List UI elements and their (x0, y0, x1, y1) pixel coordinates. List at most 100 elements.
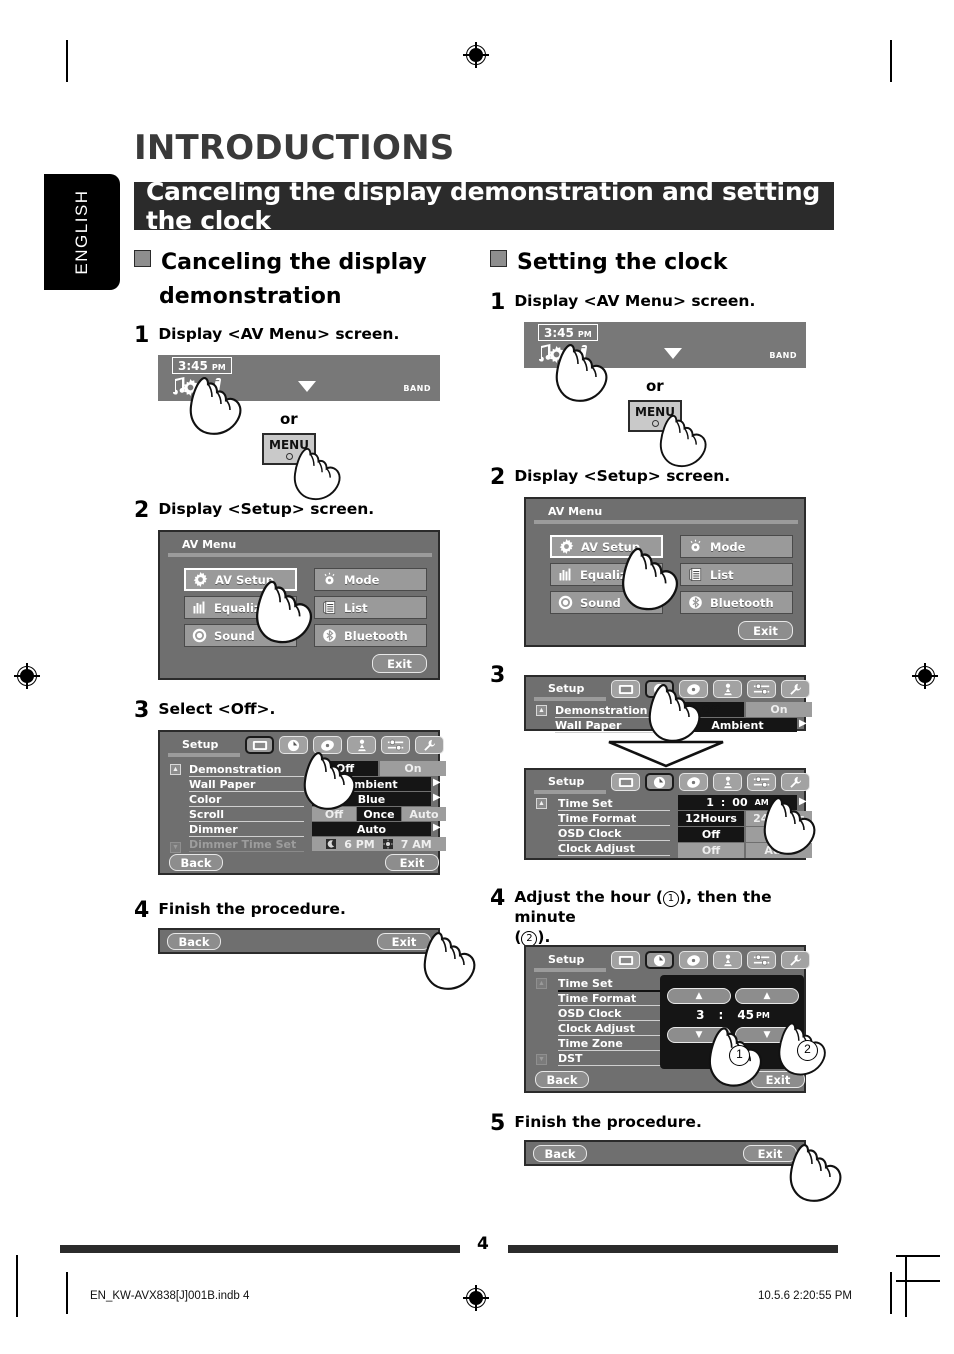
clock-tab-icon[interactable] (645, 951, 674, 969)
av-menu-item-sound[interactable]: Sound (550, 591, 663, 614)
setup-value-time-format-24[interactable]: 24Hours (746, 811, 812, 826)
clock-tab-icon[interactable] (645, 680, 674, 698)
phone-note-icon[interactable] (208, 377, 225, 396)
manual-page: INTRODUCTIONS Canceling the display demo… (0, 0, 954, 1354)
av-menu-item-equalizer[interactable]: Equalizer (550, 563, 663, 586)
phone-note-icon[interactable] (574, 344, 591, 363)
right-step-1-number: 1 (490, 290, 506, 315)
bullet-square-icon (134, 250, 151, 267)
right-timeset-exit-button[interactable]: Exit (751, 1071, 805, 1088)
setup-value-color[interactable]: Blue (312, 792, 431, 806)
minute-up-button[interactable]: ▲ (735, 988, 799, 1004)
left-step-2: 2 Display <Setup> screen. (134, 500, 374, 522)
av-menu-item-equalizer[interactable]: Equalizer (184, 596, 297, 619)
setup-value-osd-clock-off[interactable]: Off (678, 827, 744, 842)
av-menu-item-list[interactable]: List (680, 563, 793, 586)
av-menu-item-mode[interactable]: Mode (314, 568, 427, 591)
callout-marker-2: 2 (797, 1040, 818, 1061)
right-setup-clock-title: Setup (548, 775, 585, 788)
scroll-up-arrow[interactable]: ▲ (170, 764, 181, 775)
setup-value-clock-adjust-off[interactable]: Off (678, 843, 744, 858)
right-finish-exit-button[interactable]: Exit (743, 1145, 797, 1162)
wrench-tab-icon[interactable] (781, 680, 810, 698)
av-menu-item-bluetooth[interactable]: Bluetooth (314, 624, 427, 647)
setup-value-scroll-off[interactable]: Off (312, 807, 356, 821)
wall-paper-more-arrow-icon[interactable]: ▶ (799, 718, 807, 729)
display-tab-icon[interactable] (611, 773, 640, 791)
setup-value-dimmer[interactable]: Auto (312, 822, 431, 836)
left-panel-band-label[interactable]: BAND (403, 384, 431, 393)
scroll-up-arrow[interactable]: ▲ (536, 705, 547, 716)
audio-tab-icon[interactable] (713, 773, 742, 791)
audio-tab-icon[interactable] (713, 951, 742, 969)
left-finish-back-button[interactable]: Back (167, 933, 221, 950)
wrench-tab-icon[interactable] (781, 951, 810, 969)
right-av-menu-exit-button[interactable]: Exit (738, 621, 793, 640)
right-timeset-back-button[interactable]: Back (535, 1071, 589, 1088)
gear-icon[interactable] (548, 346, 565, 363)
scroll-up-arrow[interactable]: ▲ (536, 978, 547, 989)
av-menu-item-bluetooth[interactable]: Bluetooth (680, 591, 793, 614)
left-setup-back-button[interactable]: Back (169, 854, 223, 871)
scroll-up-arrow[interactable]: ▲ (536, 798, 547, 809)
left-av-menu-exit-button[interactable]: Exit (372, 654, 427, 673)
sliders-tab-icon[interactable] (747, 773, 776, 791)
disc-tab-icon[interactable] (679, 951, 708, 969)
left-setup-exit-button[interactable]: Exit (385, 854, 439, 871)
sliders-tab-icon[interactable] (381, 736, 410, 754)
setup-value-demonstration-on[interactable]: On (380, 761, 446, 776)
left-finish-exit-button[interactable]: Exit (377, 933, 431, 950)
left-or-label: or (280, 410, 298, 428)
setup-value-time-set[interactable]: 1 : 00 AM (678, 795, 797, 810)
minute-down-button[interactable]: ▼ (735, 1027, 799, 1043)
right-finish-back-button[interactable]: Back (533, 1145, 587, 1162)
audio-tab-icon[interactable] (713, 680, 742, 698)
scroll-down-arrow[interactable]: ▼ (170, 842, 181, 853)
av-menu-item-av-setup[interactable]: AV Setup (550, 535, 663, 558)
chevron-down-icon[interactable] (664, 348, 682, 359)
left-menu-hard-key[interactable]: MENU (262, 433, 316, 465)
av-menu-item-list[interactable]: List (314, 596, 427, 619)
setup-value-clock-adjust-auto[interactable]: Auto (746, 843, 812, 858)
av-menu-item-mode[interactable]: Mode (680, 535, 793, 558)
sliders-tab-icon[interactable] (747, 680, 776, 698)
display-tab-icon[interactable] (611, 951, 640, 969)
display-tab-icon[interactable] (611, 680, 640, 698)
wrench-tab-icon[interactable] (415, 736, 444, 754)
sliders-tab-icon[interactable] (747, 951, 776, 969)
av-menu-item-sound[interactable]: Sound (184, 624, 297, 647)
setup-value-wall-paper[interactable]: Ambient (678, 718, 797, 732)
display-tab-icon[interactable] (245, 736, 274, 754)
av-menu-item-av-setup[interactable]: AV Setup (184, 568, 297, 591)
disc-tab-icon[interactable] (313, 736, 342, 754)
scroll-down-arrow[interactable]: ▼ (536, 1054, 547, 1065)
clock-tab-icon[interactable] (279, 736, 308, 754)
setup-value-scroll-once[interactable]: Once (357, 807, 401, 821)
setup-value-scroll-auto[interactable]: Auto (402, 807, 446, 821)
hour-down-button[interactable]: ▼ (667, 1027, 731, 1043)
crop-mark-right-h1 (896, 1255, 940, 1257)
wall-paper-more-arrow-icon[interactable]: ▶ (433, 777, 441, 788)
right-menu-hard-key[interactable]: MENU (628, 400, 682, 432)
wrench-tab-icon[interactable] (781, 773, 810, 791)
chevron-down-icon[interactable] (298, 381, 316, 392)
setup-value-osd-clock-on[interactable]: On (746, 827, 812, 842)
gear-icon[interactable] (182, 379, 199, 396)
setup-value-demonstration-off[interactable]: Off (312, 761, 378, 776)
disc-tab-icon[interactable] (679, 773, 708, 791)
clock-tab-icon[interactable] (645, 773, 674, 791)
hour-up-button[interactable]: ▲ (667, 988, 731, 1004)
setup-value-dimmer-time-set[interactable]: 6 PM 7 AM (312, 837, 446, 851)
audio-tab-icon[interactable] (347, 736, 376, 754)
color-more-arrow-icon[interactable]: ▶ (433, 792, 441, 803)
setup-value-time-format-12[interactable]: 12Hours (678, 811, 744, 826)
right-panel-band-label[interactable]: BAND (769, 351, 797, 360)
dimmer-more-arrow-icon[interactable]: ▶ (433, 822, 441, 833)
disc-tab-icon[interactable] (679, 680, 708, 698)
crop-mark-top-right-v (890, 40, 892, 82)
time-set-more-arrow-icon[interactable]: ▶ (799, 796, 807, 807)
setup-value-demonstration-off[interactable]: Off (678, 702, 744, 717)
setup-value-wall-paper[interactable]: Ambient (312, 777, 431, 791)
right-step-3-number: 3 (490, 663, 506, 688)
setup-value-demonstration-on[interactable]: On (746, 702, 812, 717)
